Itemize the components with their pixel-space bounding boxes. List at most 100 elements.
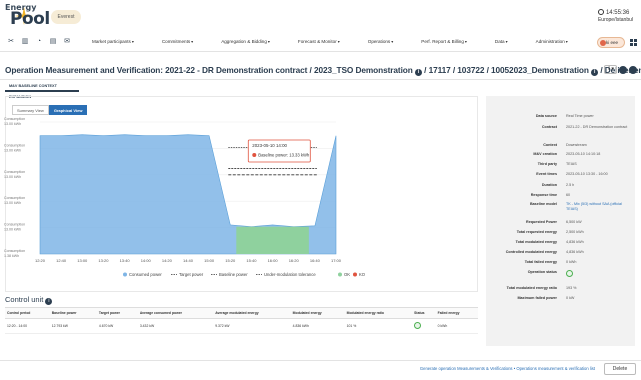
y-tick-label: Consumption (4, 143, 25, 147)
nav-perf-report-billing[interactable]: Perf. Report & Billing▾ (421, 39, 467, 44)
x-tick-label: 13:00 (77, 258, 88, 263)
status-ok-icon (566, 270, 573, 277)
detail-label: Controlled modulated energy (505, 250, 557, 254)
x-tick-label: 13:40 (120, 258, 131, 263)
y-tick-label: 13.00 kWh (4, 175, 21, 179)
footer-divider (0, 360, 641, 361)
document-icon[interactable]: ▤ (49, 38, 57, 46)
mail-icon[interactable]: ✉ (63, 38, 71, 46)
apps-grid-icon[interactable] (630, 39, 637, 46)
y-tick-label: Consumption (4, 223, 25, 227)
table-row[interactable]: 12:20 - 14:00 12.793 kW 4.670 kW 3.432 k… (5, 318, 478, 334)
help-icon[interactable] (619, 65, 627, 74)
cell-baseline: 12.793 kW (49, 318, 97, 334)
detail-label: Contract (541, 125, 557, 129)
export-dropdown[interactable]: ⇩▾ (604, 65, 617, 74)
detail-label: Maximum failed power (517, 296, 557, 300)
detail-label: Context (543, 143, 557, 147)
clock-time: 14:55:36 (605, 10, 630, 16)
page-title: Operation Measurement and Verification: … (5, 65, 641, 76)
x-tick-label: 16:20 (289, 258, 300, 263)
tooltip-label: Baseline power: 13.33 kWh (258, 153, 310, 158)
detail-label: Total requested energy (516, 230, 557, 234)
detail-label: Total modulated energy (515, 240, 557, 244)
legend-label[interactable]: Baseline power (219, 272, 248, 277)
legend-label[interactable]: Under-modulation tolerance (264, 272, 316, 277)
nav-market-participants[interactable]: Market participants▾ (92, 39, 134, 44)
nav-icon-group: ✂ ▥ ◔ ▤ ✉ (7, 38, 71, 46)
title-ids-path: / 17117 / 103722 / 10052023_Demonstratio… (424, 65, 589, 75)
y-tick-label: Consumption (4, 196, 25, 200)
col-header: Target power (96, 307, 138, 319)
x-tick-label: 15:40 (246, 258, 257, 263)
legend-label[interactable]: KO (359, 272, 366, 277)
detail-value: 4,836 kWh (566, 240, 584, 244)
tooltip-marker (252, 153, 257, 157)
tab-baseline-context[interactable]: M&V BASELINE CONTEXT EXPANSION (5, 81, 79, 99)
col-header: Modulated energy ratio (344, 307, 413, 319)
nav-menu: Market participants▾ Commitments▾ Aggreg… (92, 39, 568, 44)
detail-label: Total failed energy (524, 260, 557, 264)
user-name: ki eee (606, 40, 619, 45)
tooltip-time: 2023-05-10 14:00 (252, 143, 287, 148)
title-contract-path: Operation Measurement and Verification: … (5, 65, 413, 75)
y-tick-label: Consumption (4, 249, 25, 253)
legend-label[interactable]: Target power (179, 272, 204, 277)
detail-value (566, 270, 632, 279)
nav-aggregation-bidding[interactable]: Aggregation & Bidding▾ (221, 39, 270, 44)
detail-value[interactable]: TK - Mix (5/3) without SAA (official TEI… (566, 202, 632, 212)
col-header: Status (412, 307, 436, 319)
detail-value: 2.5 h (566, 183, 575, 187)
trash-icon[interactable]: ▥ (21, 38, 29, 46)
tools-icon[interactable]: ✂ (7, 38, 15, 46)
y-tick-label: Consumption (4, 117, 25, 121)
consumption-chart[interactable]: Consumption13.00 kWhConsumption13.00 kWh… (0, 114, 478, 292)
detail-value: Real Time power (566, 114, 594, 118)
info-icon-2[interactable]: i (591, 69, 599, 76)
legend-marker (353, 272, 357, 277)
user-menu[interactable]: ki eee (597, 37, 625, 48)
nav-operations[interactable]: Operations▾ (368, 39, 394, 44)
detail-value: Downstream (566, 143, 587, 147)
clock: 14:55:36 Europe/Istanbul (597, 9, 633, 24)
clock-icon[interactable]: ◔ (35, 38, 43, 46)
col-header: Modulated energy (290, 307, 345, 319)
detail-value: 2023-05-10 13:30 - 16:00 (566, 172, 608, 176)
control-unit-title: Control unit i (5, 295, 53, 305)
x-tick-label: 17:00 (331, 258, 342, 263)
detail-value: 6,500 kW (566, 220, 582, 224)
legend-label[interactable]: Consumed power (129, 272, 162, 277)
nav-commitments[interactable]: Commitments▾ (162, 39, 193, 44)
delete-button[interactable]: Delete (604, 363, 636, 375)
detail-value: 0 kW (566, 296, 575, 300)
detail-value: TEIAS (566, 162, 577, 166)
footer-links[interactable]: Generate operation Measurements & Verifi… (420, 366, 595, 371)
top-header: Energy Pool Everest 14:55:36 Europe/Ista… (0, 0, 641, 33)
environment-badge: Everest (51, 10, 81, 24)
cell-ratio: 101 % (344, 318, 413, 334)
logo-text-main[interactable]: Pool (10, 9, 50, 29)
table-header-row: Control period Baseline power Target pow… (5, 307, 478, 319)
chat-icon[interactable] (629, 65, 637, 74)
detail-label: Event times (536, 172, 557, 176)
nav-administration[interactable]: Administration▾ (536, 39, 568, 44)
detail-value: 0 kWh (566, 260, 577, 264)
control-info-icon[interactable]: i (45, 298, 53, 305)
detail-value: 2,500 kWh (566, 230, 584, 234)
detail-label: Operation status (527, 270, 557, 274)
col-header: Average consumed power (137, 307, 214, 319)
clock-timezone: Europe/Istanbul (597, 17, 633, 23)
x-tick-label: 16:00 (268, 258, 279, 263)
cell-modulated: 4.836 kWh (290, 318, 345, 334)
col-header: Baseline power (49, 307, 97, 319)
cell-failed: 0 kWh (435, 318, 478, 334)
title-bar: Operation Measurement and Verification: … (0, 60, 641, 80)
x-tick-label: 12:40 (56, 258, 67, 263)
y-tick-label: 13.00 kWh (4, 228, 21, 232)
nav-data[interactable]: Data▾ (495, 39, 508, 44)
col-header: Control period (5, 307, 50, 319)
details-panel: Data source Real Time power Contract 2021-2… (486, 96, 635, 346)
nav-forecast-monitor[interactable]: Forecast & Monitor▾ (298, 39, 340, 44)
legend-label[interactable]: OK (344, 272, 350, 277)
info-icon[interactable]: i (414, 69, 422, 76)
